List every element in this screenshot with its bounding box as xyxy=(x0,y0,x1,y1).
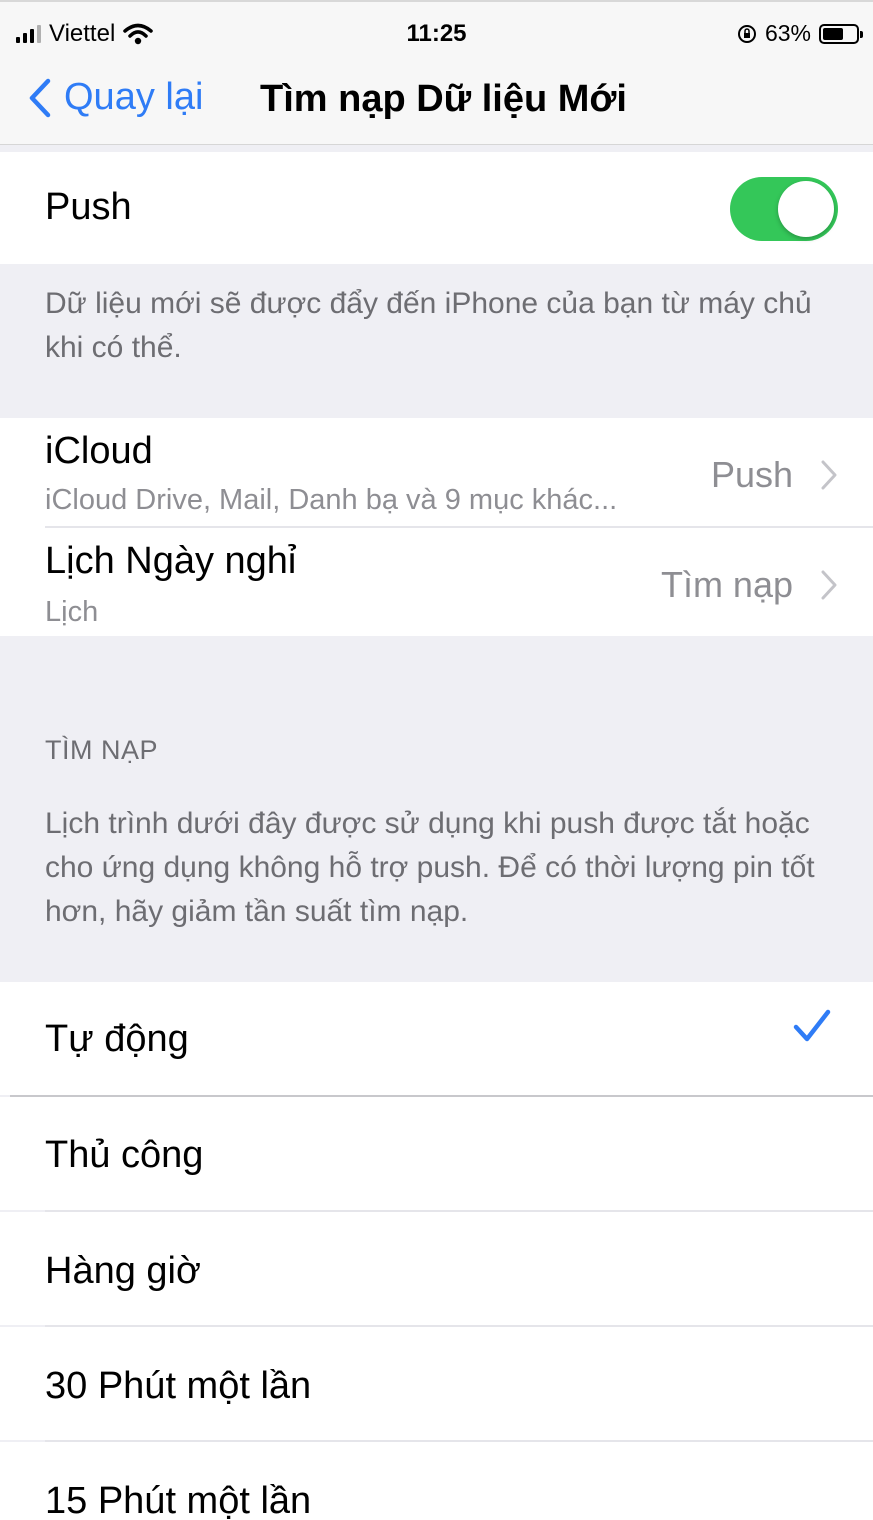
account-value: Push xyxy=(710,454,793,495)
account-subtitle: iCloud Drive, Mail, Danh bạ và 9 mục khá… xyxy=(45,484,618,516)
account-subtitle: Lịch xyxy=(45,596,99,628)
chevron-left-icon xyxy=(29,78,51,117)
rotation-lock-icon xyxy=(737,24,756,43)
back-button[interactable]: Quay lại xyxy=(28,76,203,119)
page-title: Tìm nạp Dữ liệu Mới xyxy=(260,78,627,120)
fetch-option-label: Hàng giờ xyxy=(45,1250,201,1292)
push-toggle[interactable] xyxy=(730,177,838,241)
fetch-option-30-min[interactable]: 30 Phút một lần xyxy=(0,1327,873,1440)
push-footer-text: Dữ liệu mới sẽ được đẩy đến iPhone của b… xyxy=(45,287,812,364)
account-row-icloud[interactable]: iCloud iCloud Drive, Mail, Danh bạ và 9 … xyxy=(0,418,873,528)
status-right: 63% xyxy=(737,20,863,47)
checkmark-icon xyxy=(793,1009,831,1042)
battery-fill xyxy=(823,27,844,40)
fetch-option-15-min[interactable]: 15 Phút một lần xyxy=(0,1442,873,1520)
push-label: Push xyxy=(45,186,132,228)
fetch-option-manual[interactable]: Thủ công xyxy=(0,1097,873,1210)
chevron-right-icon xyxy=(821,570,837,600)
account-title: iCloud xyxy=(45,430,153,472)
account-title: Lịch Ngày nghỉ xyxy=(45,540,297,582)
account-value: Tìm nạp xyxy=(660,564,793,605)
push-row: Push xyxy=(0,152,873,264)
navigation-bar: Quay lại Tìm nạp Dữ liệu Mới xyxy=(0,60,873,145)
fetch-option-automatic[interactable]: Tự động xyxy=(0,982,873,1095)
status-bar: Viettel 11:25 63% xyxy=(0,0,873,60)
battery-percent: 63% xyxy=(764,20,811,46)
fetch-description: Lịch trình dưới đây được sử dụng khi pus… xyxy=(45,807,815,928)
fetch-section-header: TÌM NẠP xyxy=(45,735,159,765)
fetch-option-label: Thủ công xyxy=(45,1134,204,1176)
fetch-option-label: Tự động xyxy=(45,1018,189,1060)
back-button-label: Quay lại xyxy=(64,76,204,118)
fetch-option-label: 15 Phút một lần xyxy=(45,1480,312,1520)
account-row-holidays[interactable]: Lịch Ngày nghỉ Lịch Tìm nạp xyxy=(0,528,873,636)
screen: Viettel 11:25 63% Quay lại Tìm nạp Dữ li… xyxy=(0,0,873,1520)
battery-icon xyxy=(819,23,863,44)
fetch-option-hourly[interactable]: Hàng giờ xyxy=(0,1212,873,1325)
chevron-right-icon xyxy=(821,460,837,490)
toggle-knob xyxy=(778,181,834,237)
fetch-option-label: 30 Phút một lần xyxy=(45,1365,312,1407)
